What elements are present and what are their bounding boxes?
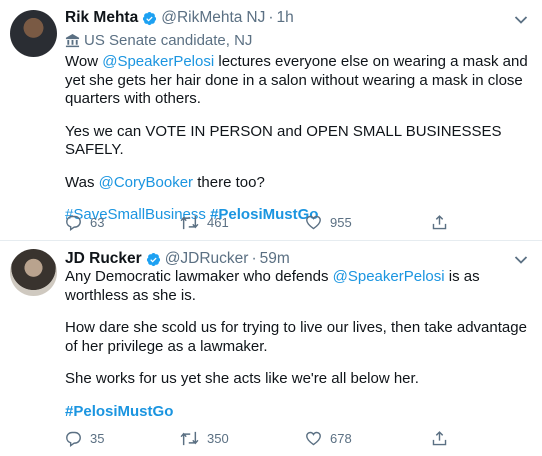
verified-badge-icon bbox=[143, 11, 157, 25]
candidate-label: US Senate candidate, NJ bbox=[65, 32, 252, 49]
hashtag-link[interactable]: #PelosiMustGo bbox=[65, 403, 173, 420]
separator-dot: · bbox=[268, 9, 274, 26]
tweet-text: Wow @SpeakerPelosi lectures everyone els… bbox=[65, 53, 535, 239]
avatar[interactable] bbox=[10, 10, 57, 57]
chevron-down-icon[interactable] bbox=[514, 15, 528, 25]
heart-icon bbox=[306, 215, 321, 230]
author-handle[interactable]: @RikMehta bbox=[161, 9, 242, 27]
tweet-paragraph: How dare she scold us for trying to live… bbox=[65, 319, 527, 355]
chevron-down-icon[interactable] bbox=[514, 255, 528, 265]
tweet-text: Any Democratic lawmaker who defends @Spe… bbox=[65, 268, 535, 435]
tweet-actions: 63 461 955 bbox=[65, 214, 465, 234]
retweet-count: 461 bbox=[207, 215, 229, 230]
author-name[interactable]: JD Rucker bbox=[65, 250, 142, 268]
tweet-paragraph: She works for us yet she acts like we're… bbox=[65, 370, 419, 387]
tweet-timestamp[interactable]: 1h bbox=[277, 9, 294, 27]
tweet-paragraph: Yes we can VOTE IN PERSON and OPEN SMALL… bbox=[65, 122, 502, 159]
text-segment: Any Democratic lawmaker who defends bbox=[65, 268, 333, 285]
tweet-paragraph: Wow @SpeakerPelosi lectures everyone els… bbox=[65, 53, 535, 109]
reply-button[interactable]: 63 bbox=[65, 214, 104, 231]
retweet-count: 350 bbox=[207, 431, 229, 446]
verified-badge-icon bbox=[146, 252, 160, 266]
retweet-icon bbox=[180, 215, 199, 230]
heart-icon bbox=[306, 431, 321, 446]
government-building-icon bbox=[65, 33, 80, 48]
like-count: 955 bbox=[330, 215, 352, 230]
avatar[interactable] bbox=[10, 249, 57, 296]
tweet-header: Rik Mehta @RikMehta NJ · 1h bbox=[65, 9, 294, 27]
tweet-jd-rucker[interactable]: JD Rucker @JDRucker · 59m Any Democratic… bbox=[0, 241, 542, 456]
like-button[interactable]: 678 bbox=[305, 430, 352, 447]
separator-dot: · bbox=[251, 250, 257, 267]
tweet-hashtags: #PelosiMustGo bbox=[65, 403, 535, 422]
author-location: NJ bbox=[246, 9, 266, 26]
tweet-timestamp[interactable]: 59m bbox=[260, 250, 290, 268]
reply-icon bbox=[66, 431, 81, 447]
retweet-button[interactable]: 461 bbox=[180, 214, 229, 231]
tweet-paragraph: Any Democratic lawmaker who defends @Spe… bbox=[65, 268, 535, 305]
text-segment: there too? bbox=[193, 173, 265, 191]
share-button[interactable] bbox=[431, 214, 456, 231]
reply-button[interactable]: 35 bbox=[65, 430, 104, 447]
mention-link[interactable]: @CoryBooker bbox=[99, 174, 193, 191]
mention-link[interactable]: @SpeakerPelosi bbox=[333, 268, 445, 285]
author-name[interactable]: Rik Mehta bbox=[65, 9, 138, 27]
text-segment: Was bbox=[65, 173, 99, 191]
tweet-rik-mehta[interactable]: Rik Mehta @RikMehta NJ · 1h US Senate ca… bbox=[0, 0, 542, 241]
reply-icon bbox=[66, 215, 81, 231]
tweet-actions: 35 350 678 bbox=[65, 430, 465, 450]
tweet-header: JD Rucker @JDRucker · 59m bbox=[65, 250, 290, 268]
like-count: 678 bbox=[330, 431, 352, 446]
label-text: US Senate candidate, NJ bbox=[84, 32, 253, 49]
retweet-button[interactable]: 350 bbox=[180, 430, 229, 447]
mention-link[interactable]: @SpeakerPelosi bbox=[102, 53, 214, 70]
tweet-paragraph: Was @CoryBooker there too? bbox=[65, 174, 535, 193]
reply-count: 63 bbox=[90, 215, 105, 230]
text-segment: Wow bbox=[65, 53, 103, 70]
share-icon bbox=[432, 215, 447, 230]
retweet-icon bbox=[180, 431, 199, 446]
reply-count: 35 bbox=[90, 431, 105, 446]
share-icon bbox=[432, 431, 447, 446]
like-button[interactable]: 955 bbox=[305, 214, 352, 231]
author-handle[interactable]: @JDRucker bbox=[165, 250, 249, 268]
share-button[interactable] bbox=[431, 430, 456, 447]
